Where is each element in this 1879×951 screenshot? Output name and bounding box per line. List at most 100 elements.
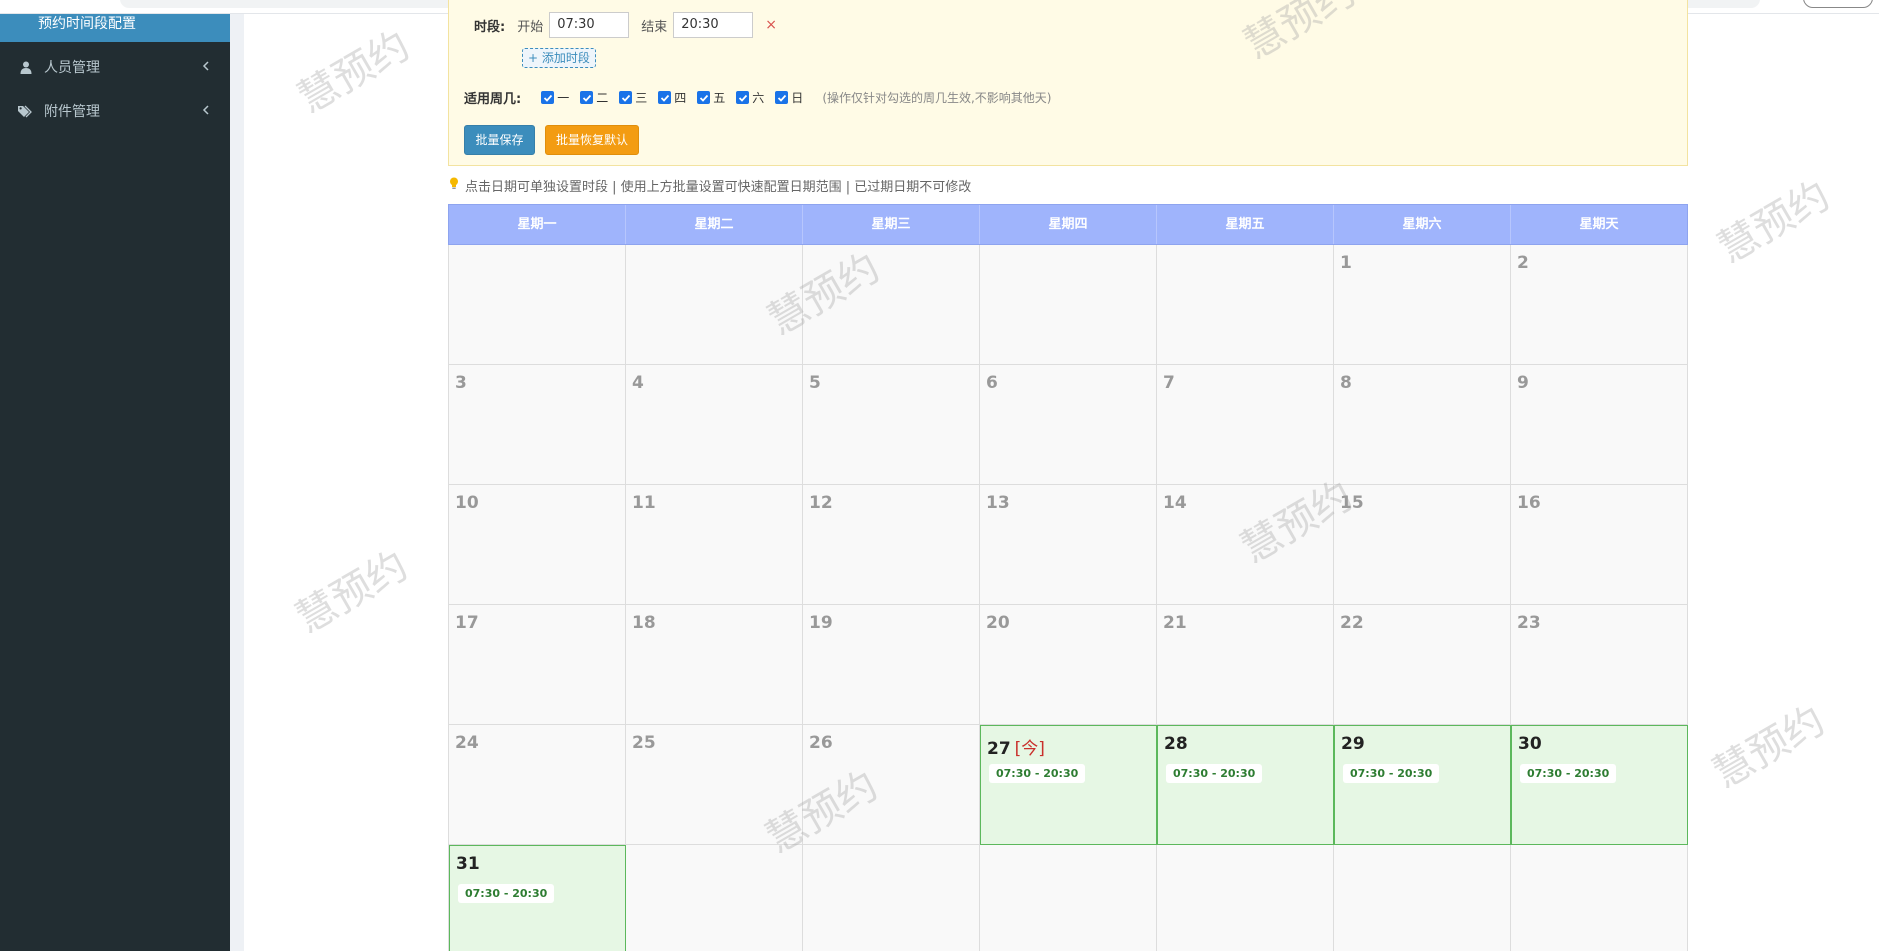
calendar-day-cell[interactable]: 19: [803, 605, 980, 725]
calendar-day-cell[interactable]: 24: [449, 725, 626, 845]
calendar-day-cell[interactable]: 2: [1511, 245, 1688, 365]
end-time-input[interactable]: 20:30: [673, 12, 754, 38]
batch-reset-default-button[interactable]: 批量恢复默认: [545, 125, 639, 155]
calendar-day-cell[interactable]: 4: [626, 365, 803, 485]
weekday-checkbox-wed[interactable]: 三: [619, 89, 647, 106]
checkbox-checked-icon: [775, 91, 789, 104]
calendar-empty-cell: [980, 245, 1157, 365]
calendar-day-cell[interactable]: 23: [1511, 605, 1688, 725]
add-period-button[interactable]: + 添加时段: [522, 48, 596, 68]
calendar-day-cell[interactable]: 29 07:30 - 20:30: [1334, 725, 1511, 845]
weekday-name: 一: [557, 91, 570, 105]
calendar-empty-cell: [626, 245, 803, 365]
user-icon: [18, 60, 34, 74]
sidebar-item-label: 人员管理: [44, 60, 100, 76]
weekday-name: 六: [752, 91, 765, 105]
calendar-day-cell[interactable]: 14: [1157, 485, 1334, 605]
calendar-day-cell[interactable]: 7: [1157, 365, 1334, 485]
weekday-checkbox-fri[interactable]: 五: [697, 89, 725, 106]
sidebar-item-booking-time-config[interactable]: 预约时间段配置: [0, 14, 230, 42]
weekday-header: 星期二: [626, 205, 803, 244]
browser-button[interactable]: [1803, 0, 1873, 8]
calendar-empty-cell: [980, 845, 1157, 951]
checkbox-checked-icon: [619, 91, 633, 104]
calendar-day-cell[interactable]: 18: [626, 605, 803, 725]
day-number: 13: [986, 493, 1010, 513]
day-number: 22: [1340, 613, 1364, 633]
day-number: 30: [1518, 734, 1542, 754]
calendar-day-cell[interactable]: 31 07:30 - 20:30: [449, 845, 626, 951]
weekday-header: 星期天: [1579, 217, 1619, 232]
calendar-day-cell[interactable]: 12: [803, 485, 980, 605]
weekday-checkbox-sat[interactable]: 六: [736, 89, 764, 106]
weekday-header: 星期四: [980, 205, 1157, 244]
weekday-checkbox-mon[interactable]: 一: [541, 89, 569, 106]
weekday-name: 四: [674, 91, 687, 105]
calendar-day-cell[interactable]: 1: [1334, 245, 1511, 365]
checkbox-checked-icon: [658, 91, 672, 104]
calendar-day-cell[interactable]: 22: [1334, 605, 1511, 725]
weekday-header: 星期一: [449, 205, 626, 244]
calendar-day-cell[interactable]: 30 07:30 - 20:30: [1511, 725, 1688, 845]
calendar-day-cell[interactable]: 26: [803, 725, 980, 845]
weekday-checkbox-tue[interactable]: 二: [580, 89, 608, 106]
lightbulb-icon: [449, 177, 459, 194]
calendar-day-cell[interactable]: 8: [1334, 365, 1511, 485]
checkbox-checked-icon: [580, 91, 594, 104]
calendar-day-cell[interactable]: 9: [1511, 365, 1688, 485]
calendar-day-cell[interactable]: 11: [626, 485, 803, 605]
day-number: 8: [1340, 373, 1352, 393]
day-number: 12: [809, 493, 833, 513]
weekday-checkbox-sun[interactable]: 日: [775, 89, 803, 106]
sidebar-item-attachments[interactable]: 附件管理: [0, 89, 230, 133]
remove-period-button[interactable]: ×: [765, 17, 777, 33]
weekday-checkbox-thu[interactable]: 四: [658, 89, 686, 106]
sidebar-item-personnel[interactable]: 人员管理: [0, 45, 230, 89]
weekday-hint: (操作仅针对勾选的周几生效,不影响其他天): [822, 91, 1052, 105]
calendar-day-cell[interactable]: 27 [今] 07:30 - 20:30: [980, 725, 1157, 845]
calendar-empty-cell: [449, 245, 626, 365]
calendar-day-cell[interactable]: 10: [449, 485, 626, 605]
chevron-left-icon: [200, 103, 210, 117]
calendar-day-cell[interactable]: 17: [449, 605, 626, 725]
weekday-name: 三: [635, 91, 648, 105]
sidebar-item-label: 附件管理: [44, 104, 100, 120]
calendar-day-cell[interactable]: 20: [980, 605, 1157, 725]
calendar-day-cell[interactable]: 6: [980, 365, 1157, 485]
calendar-day-cell[interactable]: 28 07:30 - 20:30: [1157, 725, 1334, 845]
day-number: 21: [1163, 613, 1187, 633]
batch-config-panel: 时段: 开始 07:30 结束 20:30 × + 添加时段 适用周几: 一 二…: [448, 0, 1688, 166]
day-number: 10: [455, 493, 479, 513]
weekday-row: 适用周几: 一 二 三 四 五 六 日 (操作仅针对勾选的周几生效,不影响其他天…: [464, 88, 1052, 107]
weekday-header: 星期五: [1157, 205, 1334, 244]
calendar-empty-cell: [1157, 245, 1334, 365]
weekday-header: 星期三: [803, 205, 980, 244]
calendar-day-cell[interactable]: 16: [1511, 485, 1688, 605]
day-number: 23: [1517, 613, 1541, 633]
calendar-day-cell[interactable]: 3: [449, 365, 626, 485]
calendar-empty-cell: [1334, 845, 1511, 951]
day-number: 19: [809, 613, 833, 633]
time-slot-badge: 07:30 - 20:30: [1520, 764, 1617, 783]
start-label: 开始: [517, 19, 544, 35]
batch-save-button[interactable]: 批量保存: [464, 125, 535, 155]
day-number: 26: [809, 733, 833, 753]
calendar-day-cell[interactable]: 5: [803, 365, 980, 485]
day-number: 2: [1517, 253, 1529, 273]
period-label: 时段:: [474, 19, 506, 35]
tip-text: 点击日期可单独设置时段 | 使用上方批量设置可快速配置日期范围 | 已过期日期不…: [465, 180, 972, 195]
calendar-day-cell[interactable]: 15: [1334, 485, 1511, 605]
day-number: 11: [632, 493, 656, 513]
start-time-input[interactable]: 07:30: [549, 12, 630, 38]
day-number: 18: [632, 613, 656, 633]
calendar-day-cell[interactable]: 13: [980, 485, 1157, 605]
calendar-day-cell[interactable]: 25: [626, 725, 803, 845]
calendar-empty-cell: [803, 245, 980, 365]
period-row: 时段: 开始 07:30 结束 20:30 ×: [474, 12, 777, 38]
day-number: 5: [809, 373, 821, 393]
time-slot-badge: 07:30 - 20:30: [458, 884, 555, 903]
day-number: 25: [632, 733, 656, 753]
day-number: 14: [1163, 493, 1187, 513]
day-number: 24: [455, 733, 479, 753]
calendar-day-cell[interactable]: 21: [1157, 605, 1334, 725]
